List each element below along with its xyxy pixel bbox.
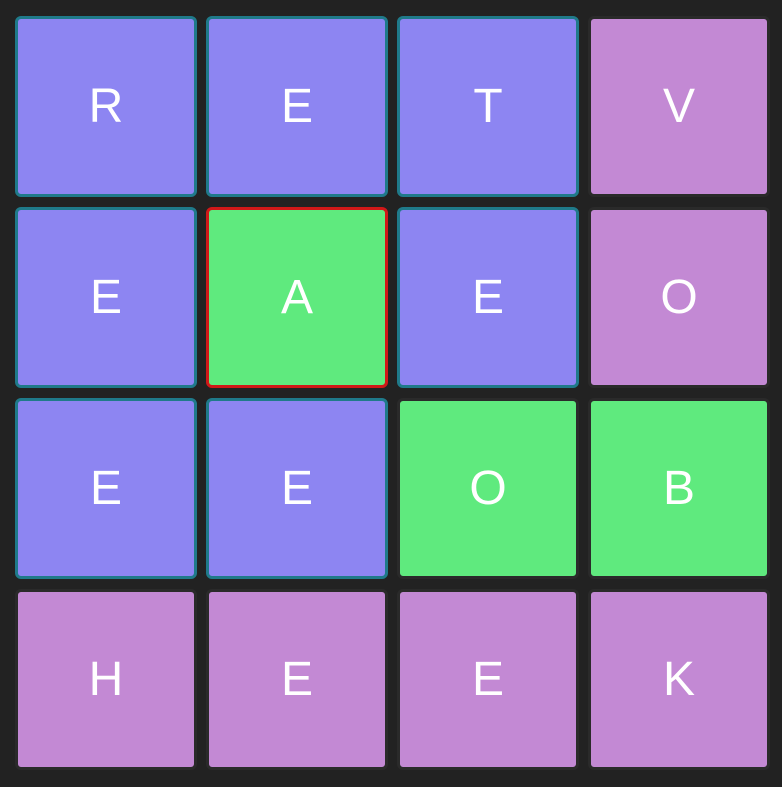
tile-letter: V	[662, 79, 695, 133]
tile-letter: R	[88, 79, 124, 133]
tile-r2-c2[interactable]: O	[397, 398, 579, 579]
tile-r0-c2[interactable]: T	[397, 16, 579, 197]
tile-r2-c0[interactable]: E	[15, 398, 197, 579]
tile-r1-c0[interactable]: E	[15, 207, 197, 388]
tile-r2-c1[interactable]: E	[206, 398, 388, 579]
tile-r3-c2[interactable]: E	[397, 589, 579, 770]
tile-r3-c0[interactable]: H	[15, 589, 197, 770]
tile-r0-c1[interactable]: E	[206, 16, 388, 197]
tile-r1-c1-selected[interactable]: A	[206, 207, 388, 388]
tile-r0-c0[interactable]: R	[15, 16, 197, 197]
tile-letter: T	[473, 79, 503, 133]
tile-r0-c3[interactable]: V	[588, 16, 770, 197]
tile-letter: E	[471, 652, 504, 706]
tile-r1-c2[interactable]: E	[397, 207, 579, 388]
tile-letter: E	[280, 652, 313, 706]
tile-letter: K	[662, 652, 695, 706]
tile-letter: B	[662, 461, 695, 515]
tile-letter: H	[88, 652, 124, 706]
tile-letter: A	[280, 270, 313, 324]
tile-letter: E	[89, 270, 122, 324]
tile-r3-c1[interactable]: E	[206, 589, 388, 770]
tile-letter: O	[660, 270, 698, 324]
tile-letter: E	[280, 79, 313, 133]
tile-letter: E	[89, 461, 122, 515]
tile-letter: O	[469, 461, 507, 515]
tile-r1-c3[interactable]: O	[588, 207, 770, 388]
tile-letter: E	[280, 461, 313, 515]
tile-r2-c3[interactable]: B	[588, 398, 770, 579]
tile-r3-c3[interactable]: K	[588, 589, 770, 770]
letter-grid-board: R E T V E A E O E E O B H E E K	[0, 0, 782, 787]
tile-letter: E	[471, 270, 504, 324]
